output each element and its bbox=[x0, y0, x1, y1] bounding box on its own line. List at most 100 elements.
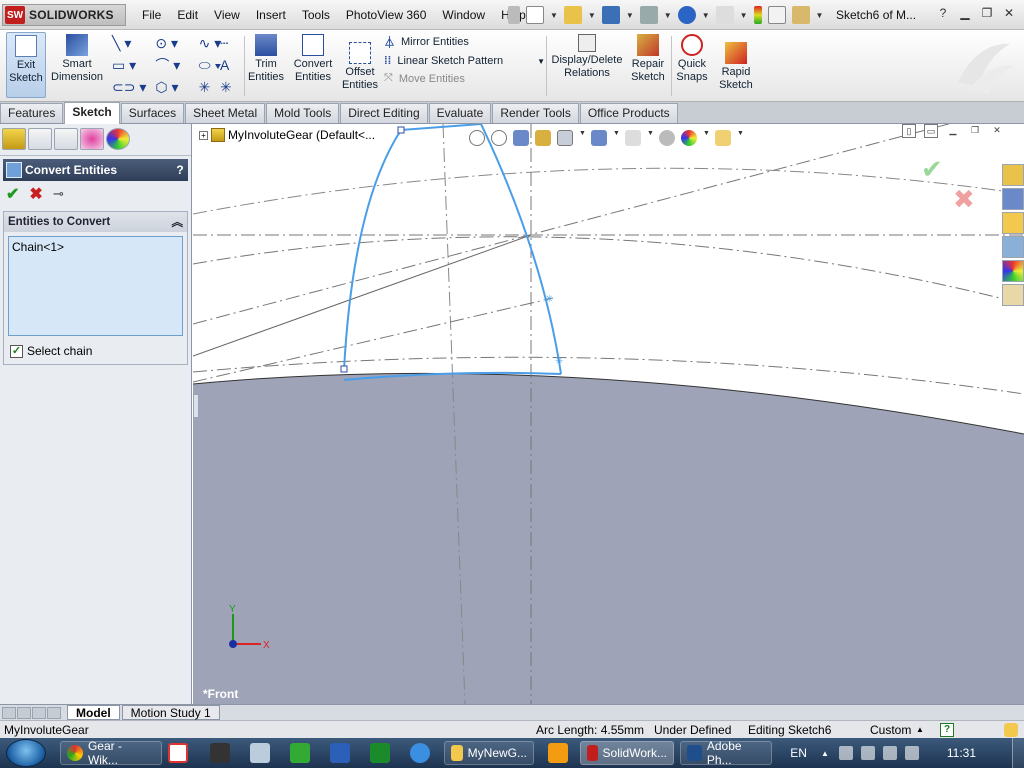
save-icon[interactable] bbox=[601, 6, 620, 24]
file-explorer-icon[interactable] bbox=[1002, 212, 1024, 234]
taskbar-folder[interactable]: MyNewG... bbox=[444, 741, 534, 765]
last-tab-icon[interactable] bbox=[47, 706, 61, 719]
linear-pattern-dropdown-icon[interactable]: ▼ bbox=[537, 57, 545, 66]
tab-evaluate[interactable]: Evaluate bbox=[428, 103, 492, 123]
circle-tool-icon[interactable]: ⊙ ▾ bbox=[153, 32, 196, 54]
file-properties-icon[interactable] bbox=[767, 6, 786, 24]
collapse-chevron-icon[interactable]: ︽ bbox=[172, 214, 184, 230]
quick-snaps-button[interactable]: Quick Snaps bbox=[674, 32, 710, 98]
language-indicator[interactable]: EN bbox=[790, 746, 807, 760]
tab-mold-tools[interactable]: Mold Tools bbox=[266, 103, 340, 123]
status-units[interactable]: Custom bbox=[870, 723, 911, 737]
start-button-icon[interactable] bbox=[6, 739, 46, 767]
view-settings-icon[interactable] bbox=[715, 130, 731, 146]
open-folder-icon[interactable] bbox=[563, 6, 582, 24]
undo-icon[interactable] bbox=[677, 6, 696, 24]
expand-plus-icon[interactable]: + bbox=[199, 130, 208, 140]
tab-sketch[interactable]: Sketch bbox=[64, 102, 120, 124]
menu-insert[interactable]: Insert bbox=[248, 8, 294, 22]
rapid-sketch-button[interactable]: Rapid Sketch bbox=[716, 40, 756, 106]
pushpin-icon[interactable]: ⊸ bbox=[53, 186, 64, 202]
previous-view-icon[interactable] bbox=[513, 130, 529, 146]
character-app-icon[interactable] bbox=[290, 743, 310, 763]
menu-file[interactable]: File bbox=[134, 8, 169, 22]
action-center-flag-icon[interactable] bbox=[860, 746, 875, 760]
restore-icon[interactable]: ❐ bbox=[978, 5, 996, 21]
show-desktop-button[interactable] bbox=[1012, 738, 1024, 768]
menu-edit[interactable]: Edit bbox=[169, 8, 206, 22]
tab-render-tools[interactable]: Render Tools bbox=[492, 103, 579, 123]
slot-tool-icon[interactable]: ⊂⊃ ▾ bbox=[110, 76, 153, 98]
rectangle-tool-icon[interactable]: ▭ ▾ bbox=[110, 54, 153, 76]
view-settings-dropdown-icon[interactable]: ▼ bbox=[737, 130, 744, 146]
part-name[interactable]: MyInvoluteGear (Default<... bbox=[228, 128, 375, 142]
volume-icon[interactable] bbox=[904, 746, 919, 760]
save-dropdown-icon[interactable]: ▼ bbox=[626, 11, 634, 20]
menu-window[interactable]: Window bbox=[434, 8, 493, 22]
word-icon[interactable] bbox=[330, 743, 350, 763]
confirmation-ok-icon[interactable]: ✔ bbox=[921, 154, 943, 185]
feature-tree-flyout[interactable]: + MyInvoluteGear (Default<... bbox=[199, 128, 375, 142]
arc-tool-icon[interactable]: ⌒ ▾ bbox=[153, 54, 196, 76]
previous-tab-icon[interactable] bbox=[17, 706, 31, 719]
view-orientation-dropdown-icon[interactable]: ▼ bbox=[579, 130, 586, 146]
select-dropdown-icon[interactable]: ▼ bbox=[740, 11, 748, 20]
graphics-area[interactable]: ✳ ✳ Y X + MyInvoluteGear (Default<... ▼ … bbox=[193, 124, 1024, 704]
close-icon[interactable]: ✕ bbox=[1000, 5, 1018, 21]
mirror-entities-button[interactable]: ⏃ Mirror Entities bbox=[384, 34, 545, 50]
select-cursor-icon[interactable] bbox=[715, 6, 734, 24]
options-icon[interactable] bbox=[791, 6, 810, 24]
feature-manager-tab-icon[interactable] bbox=[2, 128, 26, 150]
view-palette-icon[interactable] bbox=[1002, 236, 1024, 258]
first-tab-icon[interactable] bbox=[2, 706, 16, 719]
list-item[interactable]: Chain<1> bbox=[12, 240, 179, 254]
confirmation-cancel-icon[interactable]: ✖ bbox=[953, 184, 975, 215]
taskbar-photoshop[interactable]: Adobe Ph... bbox=[680, 739, 772, 767]
smart-dimension-button[interactable]: Smart Dimension bbox=[50, 32, 104, 98]
minimize-icon[interactable]: ▁ bbox=[956, 5, 974, 21]
convert-entities-button[interactable]: Convert Entities bbox=[290, 32, 336, 98]
view-orientation-icon[interactable] bbox=[557, 130, 573, 146]
display-delete-relations-button[interactable]: Display/Delete Relations bbox=[550, 32, 624, 98]
media-player-icon[interactable] bbox=[548, 743, 568, 763]
internet-explorer-icon[interactable] bbox=[410, 743, 430, 763]
help-button[interactable]: ? bbox=[172, 163, 188, 177]
clock[interactable]: 11:31 bbox=[947, 746, 976, 760]
checkbox-check-icon[interactable]: ✓ bbox=[10, 344, 23, 358]
dimxpert-manager-tab-icon[interactable] bbox=[80, 128, 104, 150]
options-dropdown-icon[interactable]: ▼ bbox=[816, 11, 824, 20]
network-app-icon[interactable] bbox=[250, 743, 270, 763]
next-tab-icon[interactable] bbox=[32, 706, 46, 719]
panel-collapse-handle[interactable] bbox=[193, 394, 199, 418]
point-tool-2-icon[interactable]: ✳ bbox=[218, 76, 242, 98]
select-chain-checkbox[interactable]: ✓ Select chain bbox=[4, 340, 187, 364]
tab-surfaces[interactable]: Surfaces bbox=[120, 103, 185, 123]
group-header[interactable]: Entities to Convert ︽ bbox=[4, 212, 187, 232]
sketch-canvas[interactable]: ✳ ✳ Y X bbox=[193, 124, 1024, 704]
menu-photoview[interactable]: PhotoView 360 bbox=[338, 8, 435, 22]
edit-appearance-icon[interactable] bbox=[659, 130, 675, 146]
help-icon[interactable]: ? bbox=[934, 5, 952, 21]
display-style-dropdown-icon[interactable]: ▼ bbox=[613, 130, 620, 146]
zoom-to-fit-icon[interactable] bbox=[469, 130, 485, 146]
move-entities-button[interactable]: ⤧ Move Entities bbox=[384, 72, 545, 85]
taskbar-solidworks[interactable]: SolidWork... bbox=[580, 741, 674, 765]
selection-listbox[interactable]: Chain<1> bbox=[8, 236, 183, 336]
trim-entities-button[interactable]: Trim Entities bbox=[246, 32, 286, 98]
solidworks-resources-icon[interactable] bbox=[1002, 164, 1024, 186]
property-manager-tab-icon[interactable] bbox=[28, 128, 52, 150]
new-document-icon[interactable] bbox=[526, 6, 544, 24]
cancel-x-icon[interactable]: ✖ bbox=[29, 184, 42, 204]
pin-icon[interactable] bbox=[508, 6, 520, 24]
gmail-icon[interactable] bbox=[168, 743, 188, 763]
zoom-to-area-icon[interactable] bbox=[491, 130, 507, 146]
tab-office-products[interactable]: Office Products bbox=[579, 103, 678, 123]
quick-tips-icon[interactable]: ? bbox=[940, 723, 954, 737]
hide-show-items-icon[interactable] bbox=[625, 130, 641, 146]
viewport-close-icon[interactable]: ✕ bbox=[990, 124, 1004, 138]
configuration-manager-tab-icon[interactable] bbox=[54, 128, 78, 150]
menu-view[interactable]: View bbox=[206, 8, 248, 22]
linear-sketch-pattern-button[interactable]: ⁞⁞ Linear Sketch Pattern ▼ bbox=[384, 55, 545, 67]
tab-sheet-metal[interactable]: Sheet Metal bbox=[185, 103, 266, 123]
taskbar-chrome[interactable]: Gear - Wik... bbox=[60, 739, 162, 767]
